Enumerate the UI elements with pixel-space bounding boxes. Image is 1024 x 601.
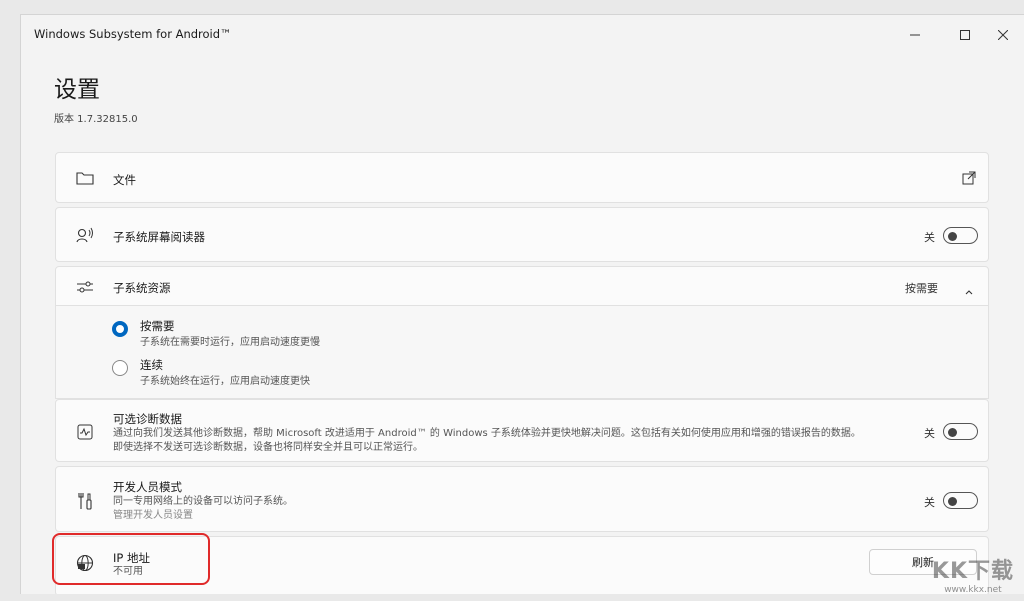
continuous-desc: 子系统始终在运行，应用启动速度更快 <box>140 376 310 387</box>
diagnostics-toggle[interactable] <box>943 423 978 440</box>
developer-desc: 同一专用网络上的设备可以访问子系统。 <box>113 496 293 507</box>
radio-continuous[interactable] <box>112 360 128 376</box>
diagnostics-desc-2: 即使选择不发送可选诊断数据，设备也将同样安全并且可以正常运行。 <box>113 442 423 453</box>
toggle-knob <box>948 231 957 241</box>
watermark-url: www.kkx.net <box>944 585 1002 595</box>
files-card[interactable]: 文件 <box>55 152 989 203</box>
on-demand-label: 按需要 <box>140 319 175 333</box>
diagnostics-card: 可选诊断数据 通过向我们发送其他诊断数据，帮助 Microsoft 改进适用于 … <box>55 399 989 462</box>
resources-label: 子系统资源 <box>113 281 171 295</box>
minimize-icon <box>910 34 920 36</box>
diagnostics-label: 可选诊断数据 <box>113 412 182 426</box>
screen-reader-label: 子系统屏幕阅读器 <box>113 230 205 244</box>
diagnostics-desc-1: 通过向我们发送其他诊断数据，帮助 Microsoft 改进适用于 Android… <box>113 428 861 439</box>
resources-options-panel: 按需要 子系统在需要时运行，应用启动速度更慢 连续 子系统始终在运行，应用启动速… <box>55 306 989 399</box>
developer-label: 开发人员模式 <box>113 480 182 494</box>
close-icon <box>998 30 1008 40</box>
on-demand-desc: 子系统在需要时运行，应用启动速度更慢 <box>140 337 320 348</box>
screen-reader-card: 子系统屏幕阅读器 关 <box>55 207 989 262</box>
app-window: Windows Subsystem for Android™ 设置 版本 1.7… <box>20 14 1024 594</box>
manage-developer-settings-link[interactable]: 管理开发人员设置 <box>113 509 193 523</box>
developer-toggle[interactable] <box>943 492 978 509</box>
screen-reader-toggle-label: 关 <box>924 231 935 244</box>
open-external-icon[interactable] <box>962 170 976 189</box>
sliders-icon <box>75 277 95 297</box>
resources-card[interactable]: 子系统资源 按需要 <box>55 266 989 306</box>
chevron-up-icon[interactable] <box>964 281 974 300</box>
window-title: Windows Subsystem for Android™ <box>34 27 232 41</box>
continuous-label: 连续 <box>140 358 163 372</box>
toggle-knob <box>948 427 957 437</box>
watermark: KK下载 www.kkx.net <box>932 553 1014 595</box>
close-button[interactable] <box>983 23 1023 47</box>
developer-toggle-label: 关 <box>924 496 935 509</box>
developer-card: 开发人员模式 同一专用网络上的设备可以访问子系统。 管理开发人员设置 关 <box>55 466 989 532</box>
screen-reader-icon <box>75 225 95 245</box>
diagnostics-toggle-label: 关 <box>924 427 935 440</box>
diagnostics-icon <box>75 422 95 442</box>
maximize-icon <box>960 30 970 40</box>
tools-icon <box>75 491 95 511</box>
watermark-logo: KK下载 <box>931 559 1014 584</box>
resources-selected-value: 按需要 <box>905 282 938 295</box>
toggle-knob <box>948 496 957 506</box>
radio-on-demand[interactable] <box>112 321 128 337</box>
title-bar[interactable]: Windows Subsystem for Android™ <box>21 15 1024 51</box>
maximize-button[interactable] <box>945 23 985 47</box>
page-title: 设置 <box>54 77 100 103</box>
folder-icon <box>75 168 95 188</box>
files-label: 文件 <box>113 173 136 187</box>
red-highlight-box <box>52 533 210 585</box>
version-text: 版本 1.7.32815.0 <box>54 114 138 125</box>
minimize-button[interactable] <box>895 23 935 47</box>
screen-reader-toggle[interactable] <box>943 227 978 244</box>
